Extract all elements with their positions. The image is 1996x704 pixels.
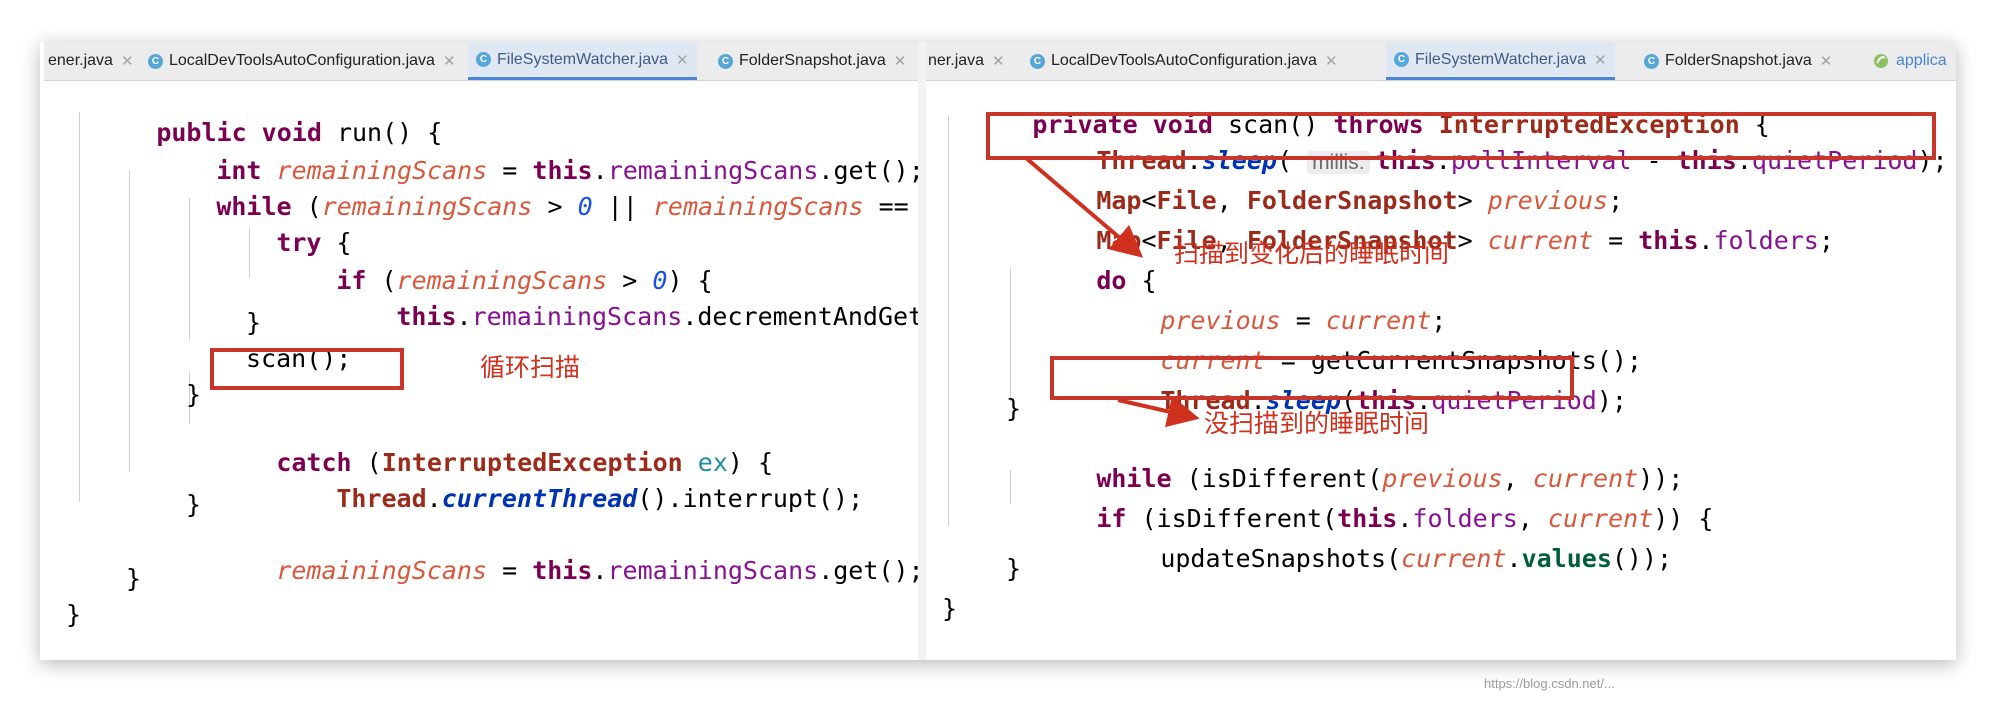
close-icon[interactable]: ✕	[443, 52, 456, 70]
class-icon: C	[1030, 53, 1045, 69]
tab-application[interactable]: applica	[1872, 42, 1947, 80]
tab-label: FolderSnapshot.java	[739, 52, 886, 69]
code-line-12: updateSnapshots(current.values());	[1160, 544, 1673, 573]
code-line-13: remainingScans = this.remainingScans.get…	[276, 556, 918, 585]
class-icon: C	[476, 52, 491, 67]
class-icon: C	[1394, 52, 1409, 67]
code-line-7: current = getCurrentSnapshots();	[1160, 346, 1642, 375]
code-line-14: }	[126, 564, 142, 593]
code-line-10: catch (InterruptedException ex) {	[276, 448, 774, 477]
tab-label: FileSystemWatcher.java	[1415, 50, 1587, 68]
tab-label: FileSystemWatcher.java	[497, 50, 669, 68]
pane-divider	[918, 42, 926, 660]
scan-call-highlight-box	[210, 348, 404, 390]
tab-filesystemwatcher[interactable]: C FileSystemWatcher.java ✕	[468, 42, 697, 80]
class-icon: C	[1644, 53, 1659, 69]
code-line-4: try {	[276, 228, 352, 257]
tab-foldersnapshot[interactable]: C FolderSnapshot.java ✕	[1644, 42, 1832, 80]
tab-listener-java[interactable]: ener.java ✕	[44, 42, 134, 80]
spring-icon	[1874, 54, 1888, 68]
code-line-4: Map<File, FolderSnapshot> current = this…	[1096, 226, 1834, 255]
code-line-2: int remainingScans = this.remainingScans…	[216, 156, 918, 185]
tab-label: FolderSnapshot.java	[1665, 52, 1812, 69]
code-line-3: while (remainingScans > 0 || remainingSc…	[216, 192, 918, 221]
close-icon[interactable]: ✕	[894, 52, 907, 70]
code-line-6: this.remainingScans.decrementAndGet();	[396, 302, 918, 331]
close-icon[interactable]: ✕	[676, 51, 689, 69]
code-line-15: }	[66, 600, 82, 629]
tab-filesystemwatcher[interactable]: C FileSystemWatcher.java ✕	[1386, 42, 1615, 80]
close-icon[interactable]: ✕	[1594, 51, 1607, 69]
code-line-7: }	[246, 308, 262, 337]
quiet-sleep-highlight-box	[1050, 356, 1574, 400]
code-line-12: }	[186, 490, 202, 519]
code-line-1: private void scan() throws InterruptedEx…	[1032, 110, 1770, 139]
code-line-14: }	[942, 594, 958, 623]
code-line-3: Map<File, FolderSnapshot> previous;	[1096, 186, 1624, 215]
watermark: https://blog.csdn.net/...	[1484, 676, 1615, 691]
left-editor-pane: ener.java ✕ C LocalDevToolsAutoConfigura…	[44, 42, 918, 660]
tab-localdevtools[interactable]: C LocalDevToolsAutoConfiguration.java ✕	[148, 42, 456, 80]
tab-label: ner.java	[928, 52, 985, 69]
code-line-9: }	[1006, 394, 1022, 423]
tab-foldersnapshot[interactable]: C FolderSnapshot.java ✕	[718, 42, 906, 80]
indent-guide	[948, 116, 949, 526]
code-line-11: if (isDifferent(this.folders, current)) …	[1096, 504, 1714, 533]
code-line-6: previous = current;	[1160, 306, 1447, 335]
code-line-5: if (remainingScans > 0) {	[336, 266, 713, 295]
right-tab-bar: ner.java ✕ C LocalDevToolsAutoConfigurat…	[926, 42, 1956, 81]
class-icon: C	[718, 53, 733, 69]
right-editor-pane: ner.java ✕ C LocalDevToolsAutoConfigurat…	[926, 42, 1956, 660]
tab-localdevtools[interactable]: C LocalDevToolsAutoConfiguration.java ✕	[1030, 42, 1338, 80]
code-line-11: Thread.currentThread().interrupt();	[336, 484, 864, 513]
code-line-13: }	[1006, 554, 1022, 583]
poll-sleep-highlight-box	[986, 112, 1936, 160]
close-icon[interactable]: ✕	[121, 52, 134, 70]
close-icon[interactable]: ✕	[992, 52, 1005, 70]
tab-label: LocalDevToolsAutoConfiguration.java	[169, 52, 435, 69]
tab-listener-java[interactable]: ner.java ✕	[926, 42, 1005, 80]
code-line-9: }	[186, 380, 202, 409]
left-tab-bar: ener.java ✕ C LocalDevToolsAutoConfigura…	[44, 42, 918, 81]
changed-sleep-annotation: 扫描到变化后的睡眠时间	[1174, 239, 1450, 268]
loop-scan-annotation: 循环扫描	[480, 353, 581, 382]
unchanged-sleep-annotation: 没扫描到的睡眠时间	[1204, 409, 1430, 438]
tab-label: ener.java	[48, 52, 113, 69]
code-line-5: do {	[1096, 266, 1157, 295]
class-icon: C	[148, 53, 163, 69]
tab-label: LocalDevToolsAutoConfiguration.java	[1051, 52, 1317, 69]
close-icon[interactable]: ✕	[1820, 52, 1833, 70]
code-line-1: public void run() {	[156, 118, 443, 147]
tab-label: applica	[1896, 52, 1947, 69]
close-icon[interactable]: ✕	[1325, 52, 1338, 70]
